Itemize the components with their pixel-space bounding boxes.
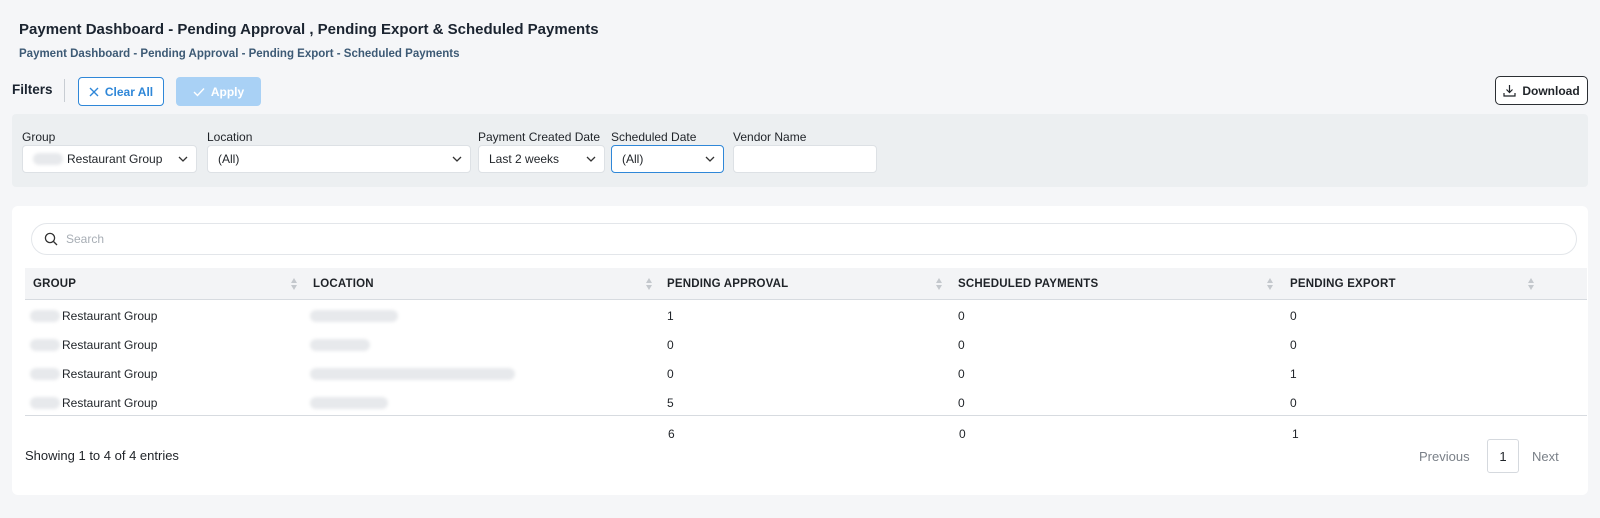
table-footer-divider	[25, 415, 1587, 416]
redacted-text	[310, 367, 515, 380]
cell-group-text: Restaurant Group	[62, 395, 158, 410]
total-scheduled-payments: 0	[959, 426, 966, 441]
group-select-value: Restaurant Group	[67, 152, 163, 166]
cell-group: Restaurant Group	[30, 330, 157, 359]
payment-created-date-select[interactable]: Last 2 weeks	[478, 145, 605, 173]
search-input[interactable]	[66, 232, 1466, 246]
apply-button[interactable]: Apply	[176, 77, 261, 106]
toolbar-divider	[64, 79, 65, 102]
cell-group-text: Restaurant Group	[62, 308, 158, 323]
search-icon	[44, 232, 58, 246]
table-row: Restaurant Group 0 0 0	[25, 330, 1587, 359]
column-header-location[interactable]: LOCATION	[313, 268, 374, 300]
cell-location	[310, 359, 515, 388]
breadcrumb: Payment Dashboard - Pending Approval - P…	[19, 48, 460, 60]
cell-location	[310, 388, 388, 417]
page-title: Payment Dashboard - Pending Approval , P…	[19, 21, 599, 38]
cell-pending-approval: 0	[667, 366, 674, 381]
location-select-value: (All)	[218, 152, 240, 166]
cell-pending-approval: 1	[667, 308, 674, 323]
filters-label: Filters	[12, 82, 53, 97]
cell-location	[310, 330, 370, 359]
cell-scheduled-payments: 0	[958, 395, 965, 410]
cell-group-text: Restaurant Group	[62, 366, 158, 381]
vendor-name-field[interactable]	[733, 145, 877, 173]
group-filter-label: Group	[22, 130, 56, 144]
previous-button[interactable]: Previous	[1419, 439, 1470, 473]
redacted-text	[33, 153, 63, 165]
page-number-button[interactable]: 1	[1487, 439, 1519, 473]
results-card: GROUP LOCATION PENDING APPROVAL SCHEDULE…	[12, 206, 1588, 495]
total-pending-approval: 6	[668, 426, 675, 441]
check-icon	[193, 87, 205, 97]
cell-pending-approval: 5	[667, 395, 674, 410]
chevron-down-icon	[178, 156, 188, 162]
table-row: Restaurant Group 0 0 1	[25, 359, 1587, 388]
total-pending-export: 1	[1292, 426, 1299, 441]
redacted-text	[30, 338, 60, 351]
cell-scheduled-payments: 0	[958, 366, 965, 381]
sort-icon[interactable]	[935, 277, 943, 291]
redacted-text	[310, 338, 370, 351]
column-header-pending-export[interactable]: PENDING EXPORT	[1290, 268, 1396, 300]
payment-created-date-value: Last 2 weeks	[489, 152, 560, 166]
vendor-name-label: Vendor Name	[733, 130, 807, 144]
download-label: Download	[1522, 83, 1580, 98]
cell-location	[310, 301, 398, 330]
download-button[interactable]: Download	[1495, 76, 1588, 105]
download-icon	[1503, 85, 1516, 97]
clear-all-label: Clear All	[104, 84, 154, 99]
chevron-down-icon	[452, 156, 462, 162]
cell-pending-export: 0	[1290, 395, 1297, 410]
scheduled-date-value: (All)	[622, 152, 644, 166]
column-header-label: PENDING APPROVAL	[667, 278, 789, 290]
chevron-down-icon	[705, 156, 715, 162]
location-filter-label: Location	[207, 130, 253, 144]
column-header-group[interactable]: GROUP	[33, 268, 76, 300]
cell-group: Restaurant Group	[30, 301, 157, 330]
sort-icon[interactable]	[290, 277, 298, 291]
column-header-label: SCHEDULED PAYMENTS	[958, 278, 1099, 290]
cell-group: Restaurant Group	[30, 388, 157, 417]
payment-created-date-label: Payment Created Date	[478, 130, 601, 144]
cell-pending-export: 0	[1290, 337, 1297, 352]
column-header-pending-approval[interactable]: PENDING APPROVAL	[667, 268, 788, 300]
column-header-label: PENDING EXPORT	[1290, 278, 1396, 290]
sort-icon[interactable]	[1266, 277, 1274, 291]
search-box[interactable]	[31, 223, 1577, 255]
scheduled-date-select[interactable]: (All)	[611, 145, 724, 173]
table-row: Restaurant Group 5 0 0	[25, 388, 1587, 417]
close-icon	[89, 87, 99, 96]
cell-pending-export: 0	[1290, 308, 1297, 323]
redacted-text	[310, 309, 398, 322]
redacted-text	[310, 396, 388, 409]
sort-icon[interactable]	[645, 277, 653, 291]
group-select[interactable]: Restaurant Group	[22, 145, 197, 173]
totals-row: 6 0 1	[25, 419, 1587, 448]
column-header-label: GROUP	[33, 278, 77, 290]
entries-summary: Showing 1 to 4 of 4 entries	[25, 448, 179, 463]
redacted-text	[30, 367, 60, 380]
table-header: GROUP LOCATION PENDING APPROVAL SCHEDULE…	[25, 268, 1587, 300]
cell-scheduled-payments: 0	[958, 308, 965, 323]
sort-icon[interactable]	[1527, 277, 1535, 291]
location-select[interactable]: (All)	[207, 145, 471, 173]
table-row: Restaurant Group 1 0 0	[25, 301, 1587, 330]
apply-label: Apply	[210, 84, 245, 99]
cell-scheduled-payments: 0	[958, 337, 965, 352]
clear-all-button[interactable]: Clear All	[78, 77, 164, 106]
chevron-down-icon	[586, 156, 596, 162]
next-button[interactable]: Next	[1532, 439, 1559, 473]
redacted-text	[30, 396, 60, 409]
column-header-label: LOCATION	[313, 278, 374, 290]
cell-group: Restaurant Group	[30, 359, 157, 388]
redacted-text	[30, 309, 60, 322]
cell-pending-export: 1	[1290, 366, 1297, 381]
scheduled-date-label: Scheduled Date	[611, 130, 697, 144]
cell-pending-approval: 0	[667, 337, 674, 352]
cell-group-text: Restaurant Group	[62, 337, 158, 352]
column-header-scheduled-payments[interactable]: SCHEDULED PAYMENTS	[958, 268, 1098, 300]
filter-panel: Group Restaurant Group Location (All) Pa…	[12, 114, 1588, 187]
